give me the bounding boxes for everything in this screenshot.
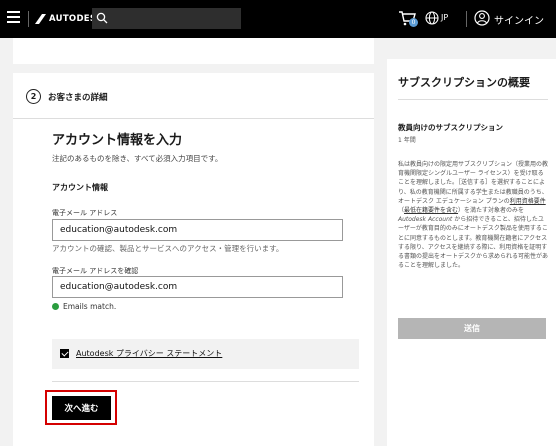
account-section-label: アカウント情報 [52,183,108,192]
terms-text: ）を満たす対象者のみを [458,207,525,215]
summary-title: サブスクリプションの概要 [398,76,530,89]
account-title: アカウント情報を入力 [52,133,183,148]
confirm-email-field[interactable] [52,276,343,298]
enrollment-link[interactable]: 最低在籍要件を含む [404,207,458,214]
nav-divider [28,11,29,27]
cart-count-badge: 0 [409,18,418,27]
signin-link[interactable]: サインイン [494,12,544,27]
privacy-statement-link[interactable]: Autodesk プライバシー ステートメント [76,348,222,359]
autodesk-account-text: Autodesk Account [398,216,453,224]
check-circle-icon [52,303,59,310]
step-label: お客さまの詳細 [48,93,108,103]
email-hint: アカウントの確認、製品とサービスへのアクセス・管理を行います。 [52,244,284,253]
email-match-status: Emails match. [52,302,116,311]
terms-text: から招待できること、招待したユーザーが教育目的のみにオートデスク製品を使用するこ… [398,216,549,270]
next-button[interactable]: 次へ進む [52,396,111,420]
hamburger-menu-icon[interactable] [7,11,20,23]
email-label: 電子メール アドレス [52,209,118,217]
summary-subtitle: 教員向けのサブスクリプション [398,123,503,132]
divider [52,381,359,382]
autodesk-mark-icon [35,14,46,24]
step-number: 2 [26,89,41,104]
confirm-email-label: 電子メール アドレスを確認 [52,267,139,275]
previous-step-panel [13,38,374,64]
summary-period: 1 年間 [398,137,416,144]
language-selector[interactable]: JP [441,13,448,22]
search-input[interactable] [92,8,241,29]
privacy-checkbox[interactable] [60,349,69,358]
account-subtitle: 注記のあるものを除き、すべて必須入力項目です。 [52,154,223,163]
search-icon [96,12,108,24]
email-field[interactable] [52,219,343,241]
summary-terms-text: 私は教員向けの限定用サブスクリプション（授業用の教育機関限定シングルユーザー ラ… [398,160,548,270]
match-text: Emails match. [63,302,117,311]
submit-button[interactable]: 送信 [398,318,546,339]
cart-button[interactable]: 0 [398,9,420,29]
divider [13,118,374,119]
nav-divider [466,11,467,27]
globe-icon[interactable] [425,11,439,25]
top-nav-bar: AUTODESK 0 JP サインイン [0,0,556,38]
divider [398,99,548,100]
eligibility-link[interactable]: 利用資格要件 [510,198,546,205]
user-icon[interactable] [474,10,490,26]
